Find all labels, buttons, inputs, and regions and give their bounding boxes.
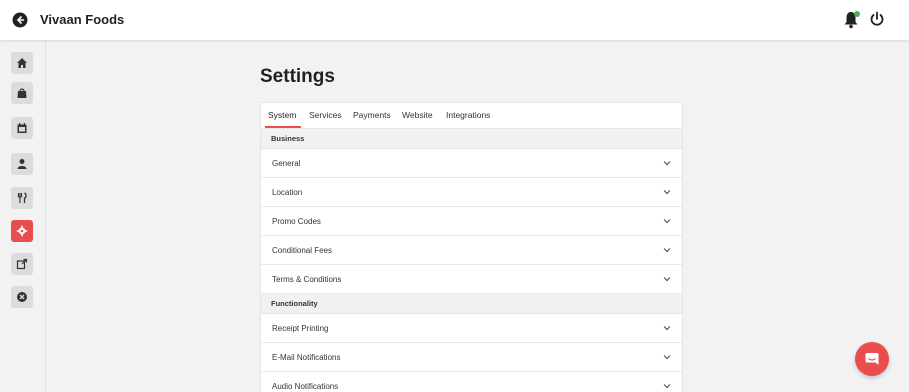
tab-services[interactable]: Services bbox=[309, 110, 342, 120]
sidebar bbox=[0, 40, 46, 392]
tab-integrations[interactable]: Integrations bbox=[446, 110, 490, 120]
section-header-business: Business bbox=[261, 129, 682, 149]
power-icon[interactable] bbox=[869, 11, 885, 27]
settings-row-general[interactable]: General bbox=[261, 149, 682, 178]
settings-row-promo-codes[interactable]: Promo Codes bbox=[261, 207, 682, 236]
app-title: Vivaan Foods bbox=[40, 12, 125, 27]
page-title: Settings bbox=[260, 66, 335, 87]
calendar-icon bbox=[17, 123, 27, 133]
user-icon bbox=[17, 159, 27, 169]
row-label: General bbox=[272, 159, 301, 168]
chat-icon bbox=[865, 353, 879, 365]
chevron-down-icon bbox=[663, 326, 671, 331]
chat-launcher-button[interactable] bbox=[855, 342, 889, 376]
settings-card: System Services Payments Website Integra… bbox=[260, 102, 683, 392]
close-circle-icon bbox=[17, 292, 27, 302]
shopping-bag-icon bbox=[17, 88, 27, 98]
settings-row-terms[interactable]: Terms & Conditions bbox=[261, 265, 682, 294]
chevron-down-icon bbox=[663, 161, 671, 166]
chevron-down-icon bbox=[663, 355, 671, 360]
section-header-functionality: Functionality bbox=[261, 294, 682, 314]
row-label: Terms & Conditions bbox=[272, 275, 342, 284]
cutlery-icon bbox=[17, 192, 27, 203]
sidebar-item-orders[interactable] bbox=[11, 82, 33, 104]
sidebar-item-settings[interactable] bbox=[11, 220, 33, 242]
sidebar-item-customers[interactable] bbox=[11, 153, 33, 175]
external-link-icon bbox=[16, 258, 28, 270]
tab-payments[interactable]: Payments bbox=[353, 110, 391, 120]
chevron-down-icon bbox=[663, 248, 671, 253]
sidebar-item-external[interactable] bbox=[11, 253, 33, 275]
settings-row-conditional-fees[interactable]: Conditional Fees bbox=[261, 236, 682, 265]
row-label: Conditional Fees bbox=[272, 246, 333, 255]
settings-row-audio-notifications[interactable]: Audio Notifications bbox=[261, 372, 682, 392]
row-label: Receipt Printing bbox=[272, 324, 329, 333]
tab-system[interactable]: System bbox=[268, 110, 296, 120]
settings-tabs: System Services Payments Website Integra… bbox=[261, 103, 682, 129]
active-tab-indicator bbox=[265, 126, 301, 128]
sidebar-item-menu[interactable] bbox=[11, 187, 33, 209]
tab-website[interactable]: Website bbox=[402, 110, 433, 120]
home-icon bbox=[17, 58, 27, 68]
settings-row-receipt-printing[interactable]: Receipt Printing bbox=[261, 314, 682, 343]
sidebar-item-calendar[interactable] bbox=[11, 117, 33, 139]
sidebar-item-home[interactable] bbox=[11, 52, 33, 74]
chevron-down-icon bbox=[663, 219, 671, 224]
notification-status-dot bbox=[854, 11, 860, 17]
chevron-down-icon bbox=[663, 384, 671, 389]
arrow-left-circle-icon[interactable] bbox=[12, 12, 28, 28]
row-label: E-Mail Notifications bbox=[272, 353, 341, 362]
row-label: Location bbox=[272, 188, 303, 197]
settings-row-location[interactable]: Location bbox=[261, 178, 682, 207]
row-label: Audio Notifications bbox=[272, 382, 339, 391]
settings-row-email-notifications[interactable]: E-Mail Notifications bbox=[261, 343, 682, 372]
row-label: Promo Codes bbox=[272, 217, 321, 226]
chevron-down-icon bbox=[663, 190, 671, 195]
gear-icon bbox=[16, 225, 28, 237]
chevron-down-icon bbox=[663, 277, 671, 282]
sidebar-item-close[interactable] bbox=[11, 286, 33, 308]
top-bar: Vivaan Foods bbox=[0, 0, 909, 40]
